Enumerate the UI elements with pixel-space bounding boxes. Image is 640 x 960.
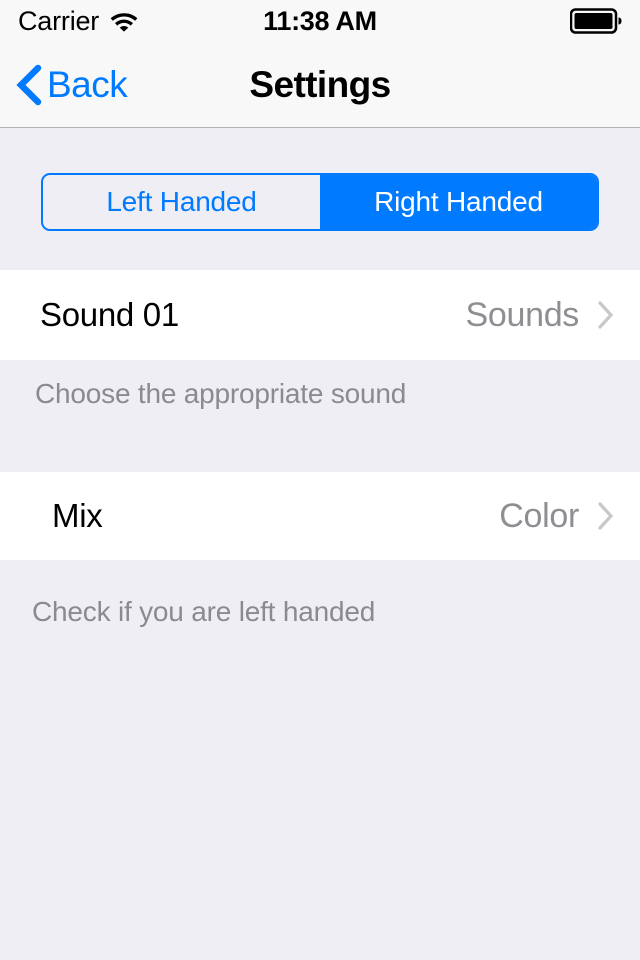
settings-content: Left Handed Right Handed Sound 01 Sounds…: [0, 129, 640, 960]
table-row-mix[interactable]: Mix Color: [0, 472, 640, 560]
handedness-segmented-control[interactable]: Left Handed Right Handed: [41, 173, 599, 231]
segment-right-handed-label: Right Handed: [374, 186, 543, 217]
carrier-label: Carrier: [18, 5, 100, 36]
segment-right-handed[interactable]: Right Handed: [320, 175, 597, 229]
table-footer-mix: Check if you are left handed: [32, 596, 376, 627]
status-bar: Carrier 11:38 AM: [0, 0, 640, 42]
table-row-mix-accessory: Color: [499, 497, 615, 536]
status-bar-right: [320, 8, 622, 34]
table-row-sound[interactable]: Sound 01 Sounds: [0, 270, 640, 360]
table-row-mix-title: Mix: [52, 497, 103, 534]
segment-left-handed-label: Left Handed: [106, 186, 257, 217]
table-footer-sound: Choose the appropriate sound: [35, 378, 407, 409]
table-row-sound-title: Sound 01: [40, 296, 179, 333]
page-title: Settings: [249, 63, 391, 105]
wifi-icon: [109, 10, 139, 32]
table-row-sound-value: Sounds: [465, 295, 579, 334]
chevron-right-icon: [597, 501, 615, 531]
table-row-sound-accessory: Sounds: [465, 296, 615, 335]
navigation-bar: Back Settings: [0, 42, 640, 128]
handedness-segmented-control-wrapper: Left Handed Right Handed: [41, 173, 599, 231]
status-bar-left: Carrier: [18, 6, 320, 37]
chevron-right-icon: [597, 300, 615, 330]
battery-full-icon: [570, 8, 622, 34]
table-row-mix-value: Color: [499, 496, 579, 535]
settings-screen: Carrier 11:38 AM Back Settings Left Hand…: [0, 0, 640, 960]
segment-left-handed[interactable]: Left Handed: [43, 175, 320, 229]
